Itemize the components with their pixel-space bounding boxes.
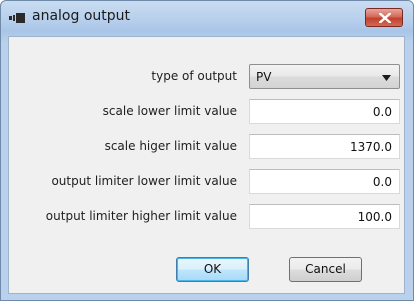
analog-output-icon xyxy=(9,13,25,23)
type-of-output-label: type of output xyxy=(151,69,237,83)
output-limiter-higher-field[interactable]: 100.0 xyxy=(249,204,400,229)
ok-button[interactable]: OK xyxy=(176,257,249,282)
scale-higher-limit-label: scale higer limit value xyxy=(104,139,237,153)
output-limiter-higher-label: output limiter higher limit value xyxy=(45,209,237,223)
type-of-output-value: PV xyxy=(256,70,272,84)
title-bar[interactable]: analog output xyxy=(1,1,413,36)
scale-lower-limit-field[interactable]: 0.0 xyxy=(249,99,400,124)
analog-output-dialog: analog output type of output PV scale lo… xyxy=(0,0,414,301)
scale-higher-limit-field[interactable]: 1370.0 xyxy=(249,134,400,159)
close-x-icon xyxy=(379,13,391,23)
chevron-down-icon xyxy=(382,75,391,81)
cancel-button[interactable]: Cancel xyxy=(289,257,362,282)
type-of-output-select[interactable]: PV xyxy=(249,64,400,89)
scale-lower-limit-label: scale lower limit value xyxy=(102,104,237,118)
output-limiter-lower-label: output limiter lower limit value xyxy=(51,174,237,188)
window-title: analog output xyxy=(32,8,130,24)
close-button[interactable] xyxy=(365,8,403,27)
output-limiter-lower-field[interactable]: 0.0 xyxy=(249,169,400,194)
dialog-body: type of output PV scale lower limit valu… xyxy=(8,36,405,294)
